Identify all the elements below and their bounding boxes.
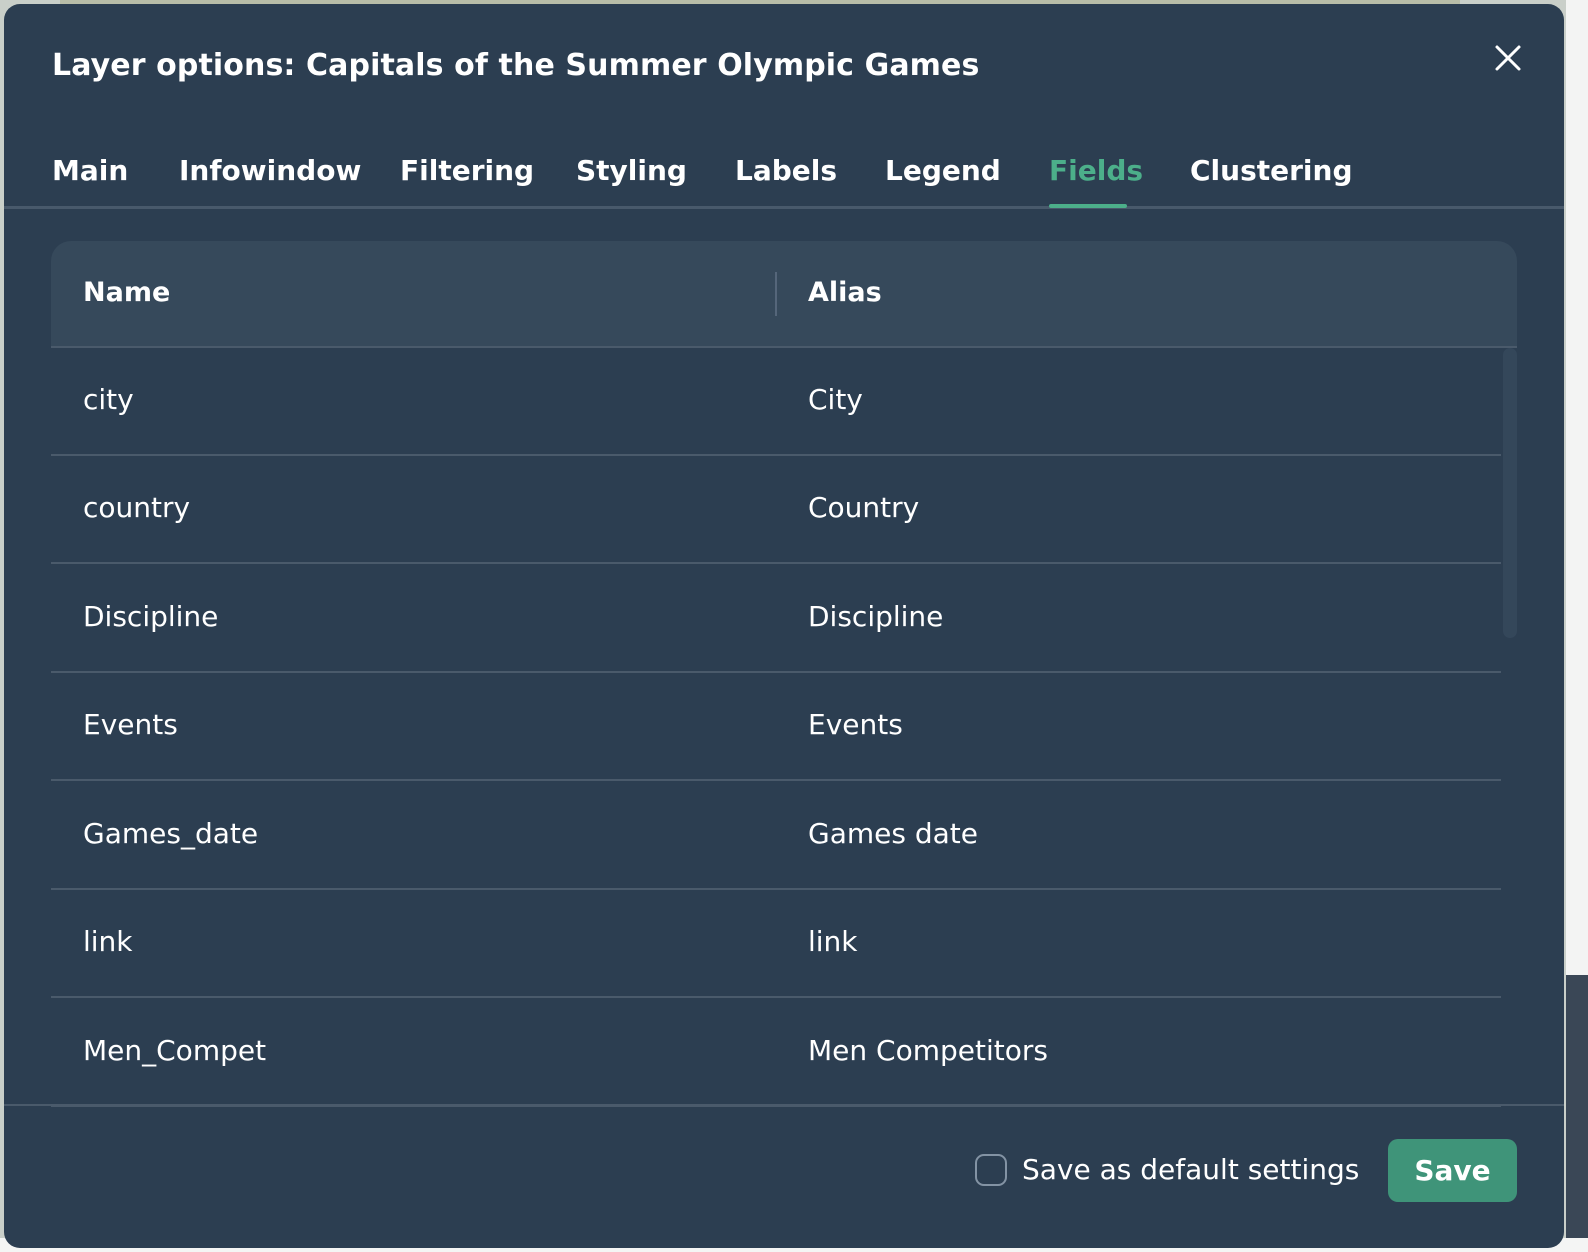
tab-clustering[interactable]: Clustering xyxy=(1190,154,1353,187)
table-row[interactable]: city City xyxy=(51,348,1501,456)
table-row[interactable]: country Country xyxy=(51,456,1501,564)
layer-options-dialog: Layer options: Capitals of the Summer Ol… xyxy=(4,4,1564,1248)
cell-alias[interactable]: Men Competitors xyxy=(808,1034,1048,1067)
dialog-title: Layer options: Capitals of the Summer Ol… xyxy=(52,48,980,83)
tab-bar: Main Infowindow Filtering Styling Labels… xyxy=(4,144,1564,209)
table-row[interactable]: Events Events xyxy=(51,673,1501,781)
table-body: city City country Country Discipline Dis… xyxy=(51,348,1501,1111)
cell-alias[interactable]: link xyxy=(808,925,858,958)
cell-alias[interactable]: Country xyxy=(808,491,919,524)
default-settings-label[interactable]: Save as default settings xyxy=(1022,1153,1359,1186)
cell-name: city xyxy=(83,383,134,416)
cell-alias[interactable]: Events xyxy=(808,708,903,741)
tab-styling[interactable]: Styling xyxy=(576,154,687,187)
column-divider[interactable] xyxy=(775,272,777,316)
tab-main[interactable]: Main xyxy=(52,154,128,187)
table-row[interactable]: Games_date Games date xyxy=(51,782,1501,890)
table-scrollbar[interactable] xyxy=(1503,348,1517,638)
save-button[interactable]: Save xyxy=(1388,1139,1517,1202)
close-icon xyxy=(1495,45,1521,71)
cell-alias[interactable]: Games date xyxy=(808,817,978,850)
cell-alias[interactable]: City xyxy=(808,383,863,416)
table-row[interactable]: link link xyxy=(51,890,1501,998)
close-button[interactable] xyxy=(1492,42,1524,74)
tab-filtering[interactable]: Filtering xyxy=(400,154,534,187)
column-header-name[interactable]: Name xyxy=(83,277,170,308)
table-row[interactable]: Men_Compet Men Competitors xyxy=(51,999,1501,1107)
table-header: Name Alias xyxy=(51,241,1517,348)
tab-infowindow[interactable]: Infowindow xyxy=(179,154,361,187)
dialog-footer: Save as default settings Save xyxy=(4,1104,1564,1248)
column-header-alias[interactable]: Alias xyxy=(808,277,882,308)
cell-name: Events xyxy=(83,708,178,741)
cell-name: Discipline xyxy=(83,600,219,633)
cell-name: link xyxy=(83,925,133,958)
cell-name: Men_Compet xyxy=(83,1034,267,1067)
tab-fields[interactable]: Fields xyxy=(1049,154,1143,187)
active-tab-indicator xyxy=(1049,204,1127,208)
cell-name: country xyxy=(83,491,191,524)
tab-labels[interactable]: Labels xyxy=(735,154,837,187)
cell-alias[interactable]: Discipline xyxy=(808,600,943,633)
map-edge-right xyxy=(1566,0,1588,975)
fields-table: Name Alias city City country Country Dis… xyxy=(51,241,1517,1111)
default-settings-checkbox[interactable] xyxy=(975,1154,1007,1186)
tab-legend[interactable]: Legend xyxy=(885,154,1001,187)
cell-name: Games_date xyxy=(83,817,259,850)
map-edge-right-lower xyxy=(1566,975,1588,1252)
table-row[interactable]: Discipline Discipline xyxy=(51,565,1501,673)
